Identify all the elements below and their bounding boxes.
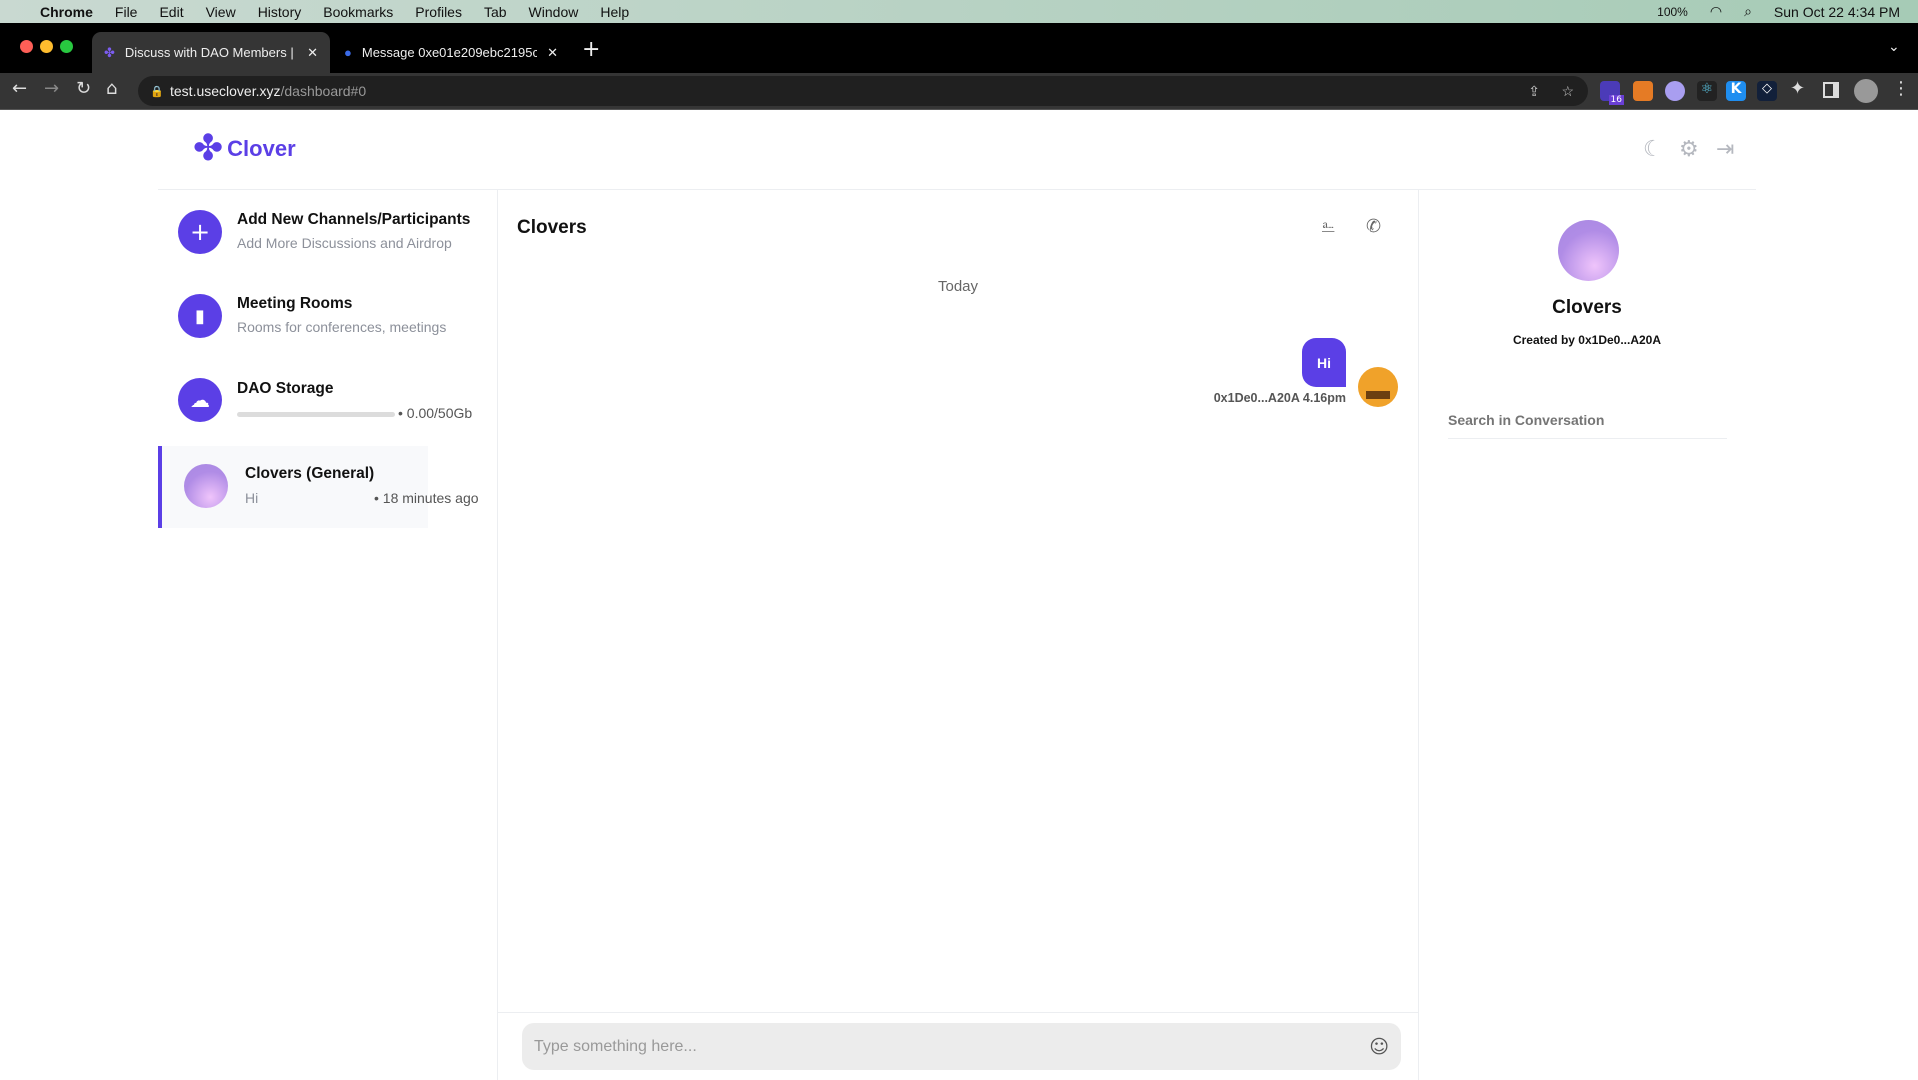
menu-app[interactable]: Chrome <box>40 4 93 20</box>
search-icon[interactable]: ⌕ <box>1744 3 1752 20</box>
channel-last-message: Hi <box>245 490 259 506</box>
group-name: Clovers <box>1552 297 1622 318</box>
inbox-check-icon[interactable]: ⎁ <box>1321 216 1335 237</box>
clover-logo-icon: ✤ <box>193 128 224 169</box>
group-creator: Created by 0x1De0...A20A <box>1512 333 1662 347</box>
lock-icon: 🔒 <box>150 85 164 98</box>
new-tab-button[interactable]: + <box>582 37 600 62</box>
dao-storage-item[interactable]: ☁ DAO Storage • 0.00/50Gb <box>178 378 488 428</box>
emoji-icon[interactable]: ☺ <box>1369 1036 1389 1058</box>
logout-icon[interactable]: ⇥ <box>1716 137 1734 162</box>
chrome-menu-icon[interactable]: ⋮ <box>1892 78 1910 99</box>
avatar-mouth <box>1366 391 1390 399</box>
clover-logo[interactable]: ✤ Clover <box>193 128 296 169</box>
menu-history[interactable]: History <box>258 4 302 20</box>
channel-name: Clovers (General) <box>245 465 375 482</box>
sender-avatar[interactable] <box>1358 367 1398 407</box>
tab-search-chevron-icon[interactable]: ⌄ <box>1888 39 1900 55</box>
phantom-icon[interactable] <box>1665 81 1685 101</box>
side-panel-icon[interactable] <box>1823 82 1839 98</box>
brand-name: Clover <box>227 136 296 161</box>
message-input-placeholder: Type something here... <box>534 1037 697 1055</box>
message-time: 4.16pm <box>1302 391 1346 405</box>
extension-icon[interactable]: 16 <box>1600 81 1624 105</box>
react-devtools-icon[interactable]: ⚛ <box>1697 81 1717 101</box>
storage-progress-bar <box>237 412 395 417</box>
reload-icon[interactable]: ↻ <box>76 78 91 99</box>
menu-help[interactable]: Help <box>600 4 629 20</box>
tab-message[interactable]: ● Message 0xe01e209ebc2195c ✕ <box>332 32 570 73</box>
menu-tab[interactable]: Tab <box>484 4 507 20</box>
divider <box>1418 190 1419 1080</box>
message-bubble[interactable]: Hi <box>1302 338 1346 387</box>
favicon-icon: ● <box>344 45 352 60</box>
chat-title: Clovers <box>517 217 587 238</box>
door-icon: ▮ <box>178 294 222 338</box>
close-tab-icon[interactable]: ✕ <box>547 45 558 61</box>
tab-strip: ✤ Discuss with DAO Members | C ✕ ● Messa… <box>0 23 1918 73</box>
dark-mode-icon[interactable]: ☾ <box>1643 137 1663 162</box>
extension-badge: 16 <box>1608 95 1624 105</box>
item-title: DAO Storage <box>237 380 334 397</box>
message-sender: 0x1De0...A20A <box>1213 391 1300 405</box>
url-host: test.useclover.xyz <box>170 83 281 99</box>
extensions-puzzle-icon[interactable]: ✦ <box>1790 78 1805 99</box>
storage-usage: • 0.00/50Gb <box>398 405 473 421</box>
battery-status[interactable]: 100% <box>1657 5 1688 19</box>
wallet-extension-icon[interactable]: ◇ <box>1757 81 1777 101</box>
divider <box>497 190 498 1080</box>
clover-favicon-icon: ✤ <box>104 44 115 60</box>
tab-label: Message 0xe01e209ebc2195c <box>361 45 538 60</box>
item-title: Meeting Rooms <box>237 295 353 312</box>
address-bar[interactable]: 🔒 test.useclover.xyz/dashboard#0 ⇪ ☆ <box>138 76 1588 106</box>
message-meta: 0x1De0...A20A 4.16pm <box>1150 391 1346 405</box>
channel-item-clovers-general[interactable]: Clovers (General) Hi • 18 minutes ago <box>158 446 479 528</box>
menu-window[interactable]: Window <box>529 4 579 20</box>
close-tab-icon[interactable]: ✕ <box>307 45 318 61</box>
back-icon[interactable]: ← <box>12 78 27 99</box>
menu-profiles[interactable]: Profiles <box>415 4 462 20</box>
item-subtitle: Add More Discussions and Airdrop <box>237 235 452 251</box>
wifi-icon[interactable]: ◠ <box>1710 3 1722 20</box>
menu-view[interactable]: View <box>206 4 236 20</box>
phone-call-icon[interactable]: ✆ <box>1366 216 1381 237</box>
item-subtitle: Rooms for conferences, meetings <box>237 319 447 335</box>
channel-avatar <box>184 464 228 508</box>
tab-label: Discuss with DAO Members | C <box>124 45 298 60</box>
add-channels-item[interactable]: + Add New Channels/Participants Add More… <box>178 210 488 260</box>
url-path: /dashboard#0 <box>280 83 367 99</box>
search-conversation-input[interactable] <box>1448 401 1727 439</box>
k-extension-icon[interactable]: K <box>1726 81 1746 101</box>
header-divider <box>158 189 1756 190</box>
tab-discuss[interactable]: ✤ Discuss with DAO Members | C ✕ <box>92 32 330 73</box>
bookmark-star-icon[interactable]: ☆ <box>1561 83 1574 100</box>
browser-toolbar: ← → ↻ ⌂ 🔒 test.useclover.xyz/dashboard#0… <box>0 73 1918 110</box>
profile-avatar[interactable] <box>1854 79 1878 103</box>
item-title: Add New Channels/Participants <box>237 211 471 228</box>
menu-file[interactable]: File <box>115 4 138 20</box>
channel-time: • 18 minutes ago <box>374 490 479 506</box>
settings-gear-icon[interactable]: ⚙ <box>1679 137 1699 162</box>
forward-icon[interactable]: → <box>44 78 59 99</box>
clock[interactable]: Sun Oct 22 4:34 PM <box>1774 4 1900 20</box>
composer-divider <box>497 1012 1418 1013</box>
meeting-rooms-item[interactable]: ▮ Meeting Rooms Rooms for conferences, m… <box>178 294 488 344</box>
macos-menubar: Chrome File Edit View History Bookmarks … <box>0 0 1918 23</box>
message-input[interactable]: Type something here... ☺ <box>522 1023 1401 1070</box>
plus-icon: + <box>178 210 222 254</box>
close-window-button[interactable] <box>20 40 33 53</box>
cloud-icon: ☁ <box>178 378 222 422</box>
day-separator: Today <box>937 278 979 295</box>
menu-bookmarks[interactable]: Bookmarks <box>323 4 393 20</box>
maximize-window-button[interactable] <box>60 40 73 53</box>
menu-edit[interactable]: Edit <box>159 4 183 20</box>
share-icon[interactable]: ⇪ <box>1528 83 1540 100</box>
home-icon[interactable]: ⌂ <box>106 78 117 99</box>
minimize-window-button[interactable] <box>40 40 53 53</box>
metamask-icon[interactable] <box>1633 81 1653 101</box>
group-avatar <box>1558 220 1619 281</box>
